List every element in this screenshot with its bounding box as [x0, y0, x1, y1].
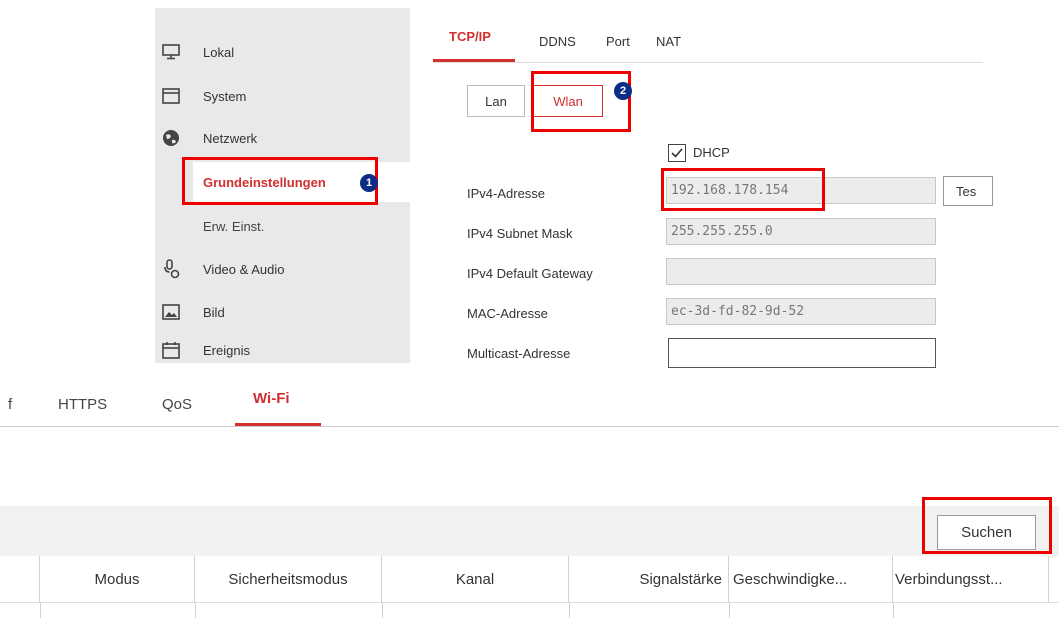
sidebar-item-bild[interactable]: Bild: [155, 292, 410, 332]
mac-label: MAC-Adresse: [467, 306, 548, 321]
tab-partial[interactable]: f: [8, 396, 12, 413]
sidebar-item-lokal[interactable]: Lokal: [155, 32, 410, 72]
multicast-label: Multicast-Adresse: [467, 346, 571, 361]
wifi-toolbar: [0, 506, 1059, 556]
globe-icon: [161, 128, 181, 148]
tab-wifi[interactable]: Wi-Fi: [253, 390, 290, 407]
active-tab-indicator: [433, 59, 515, 62]
checkmark-icon: [671, 148, 683, 158]
sidebar-item-netzwerk[interactable]: Netzwerk: [155, 118, 410, 158]
divider: [0, 369, 1059, 381]
microphone-camera-icon: [161, 259, 181, 279]
mac-field[interactable]: ec-3d-fd-82-9d-52: [666, 298, 936, 325]
segment-lan[interactable]: Lan: [467, 85, 525, 117]
highlight-suchen: [922, 497, 1052, 554]
table-header-kanal[interactable]: Kanal: [382, 556, 569, 602]
table-col-divider: [569, 603, 570, 618]
table-header-cell: [0, 556, 40, 602]
active-tab-indicator: [235, 423, 321, 426]
sidebar-item-video-audio[interactable]: Video & Audio: [155, 249, 410, 289]
dhcp-label: DHCP: [693, 145, 730, 160]
dhcp-checkbox[interactable]: [668, 144, 686, 162]
sidebar-item-ereignis[interactable]: Ereignis: [155, 330, 410, 363]
monitor-icon: [161, 42, 181, 62]
ipv4-label: IPv4-Adresse: [467, 186, 546, 201]
step-badge-1: 1: [360, 174, 378, 192]
table-col-divider: [195, 603, 196, 618]
highlight-wlan: [531, 71, 631, 132]
sidebar-item-system[interactable]: System: [155, 76, 410, 116]
tab-port[interactable]: Port: [606, 34, 630, 49]
subnet-field[interactable]: 255.255.255.0: [666, 218, 936, 245]
gateway-field[interactable]: [666, 258, 936, 285]
table-header-modus[interactable]: Modus: [40, 556, 195, 602]
window-icon: [161, 86, 181, 106]
table-col-divider: [382, 603, 383, 618]
gateway-label: IPv4 Default Gateway: [467, 266, 593, 281]
table-header-geschwindigkeit[interactable]: Geschwindigke...: [729, 556, 893, 602]
table-header-sicherheitsmodus[interactable]: Sicherheitsmodus: [195, 556, 382, 602]
sidebar-item-label: System: [203, 88, 247, 104]
highlight-grundeinstellungen: [182, 157, 378, 205]
sidebar-item-label: Bild: [203, 304, 225, 320]
sidebar-item-label: Netzwerk: [203, 130, 258, 146]
step-badge-2: 2: [614, 82, 632, 100]
sidebar-subitem-label: Erw. Einst.: [203, 218, 265, 234]
test-button[interactable]: Tes: [943, 176, 993, 206]
tab-tcpip[interactable]: TCP/IP: [449, 29, 491, 44]
multicast-field[interactable]: [668, 338, 936, 368]
network-tabs: TCP/IP DDNS Port NAT: [433, 24, 983, 63]
image-icon: [161, 302, 181, 322]
wifi-page-tabs: f HTTPS QoS Wi-Fi: [0, 381, 1059, 427]
sidebar-item-label: Ereignis: [203, 342, 250, 358]
table-header-signalstaerke[interactable]: Signalstärke: [569, 556, 729, 602]
highlight-ipv4: [661, 168, 825, 211]
tab-ddns[interactable]: DDNS: [539, 34, 576, 49]
table-col-divider: [40, 603, 41, 618]
table-header-verbindungsstatus[interactable]: Verbindungsst...: [893, 556, 1049, 602]
subnet-label: IPv4 Subnet Mask: [467, 226, 573, 241]
tab-nat[interactable]: NAT: [656, 34, 681, 49]
tab-https[interactable]: HTTPS: [58, 396, 107, 413]
table-col-divider: [729, 603, 730, 618]
tab-qos[interactable]: QoS: [162, 396, 192, 413]
table-row-divider: [0, 602, 1059, 603]
sidebar-item-label: Video & Audio: [203, 261, 285, 277]
wifi-table-header: Modus Sicherheitsmodus Kanal Signalstärk…: [0, 556, 1059, 602]
sidebar-item-label: Lokal: [203, 44, 235, 60]
table-col-divider: [893, 603, 894, 618]
calendar-icon: [161, 340, 181, 360]
sidebar-subitem-erw-einst[interactable]: Erw. Einst.: [155, 206, 410, 246]
